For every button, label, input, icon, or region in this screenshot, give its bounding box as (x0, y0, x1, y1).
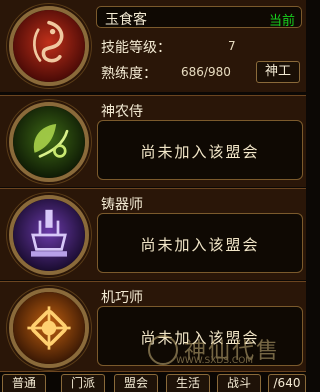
profession-panel-smith[interactable]: 铸器师 尚未加入该盟会 (0, 188, 306, 280)
dragon-emblem-icon (9, 6, 89, 86)
status-card: 尚未加入该盟会 (97, 213, 303, 273)
proficiency-value: 686/980 (181, 65, 231, 79)
status-text: 尚未加入该盟会 (140, 143, 260, 161)
profession-name: 神农侍 (101, 104, 143, 120)
tab-counter: /640 (268, 374, 306, 392)
rank-button[interactable]: 神工 (256, 61, 300, 83)
profession-name: 机巧师 (101, 290, 143, 306)
leaf-emblem-icon (9, 102, 89, 182)
profession-panel-herbalist[interactable]: 神农侍 尚未加入该盟会 (0, 95, 306, 187)
forge-emblem-icon (9, 195, 89, 275)
tab-sect[interactable]: 门派 (61, 374, 105, 392)
tab-combat[interactable]: 战斗 (217, 374, 261, 392)
profession-panel-cook[interactable]: 玉食客 当前 技能等级： 7 熟练度： 686/980 神工 (0, 0, 306, 92)
skill-level-value: 7 (228, 39, 236, 53)
status-card: 尚未加入该盟会 (97, 120, 303, 180)
profession-name-box: 玉食客 当前 (96, 6, 302, 29)
tab-guild[interactable]: 盟会 (114, 374, 158, 392)
status-text: 尚未加入该盟会 (140, 236, 260, 254)
gear-emblem-icon (9, 288, 89, 368)
profession-name: 铸器师 (101, 197, 143, 213)
watermark-url: WWW.SXDS.COM (176, 356, 254, 366)
profession-name: 玉食客 (105, 12, 147, 28)
watermark: 神仙代售 WWW.SXDS.COM (148, 333, 298, 369)
tab-normal[interactable]: 普通 (2, 374, 46, 392)
tab-life[interactable]: 生活 (166, 374, 210, 392)
proficiency-label: 熟练度： (101, 66, 157, 82)
bottom-tab-bar: 普通 门派 盟会 生活 战斗 /640 (0, 371, 306, 392)
skill-level-label: 技能等级： (101, 40, 171, 56)
current-status-label: 当前 (268, 14, 295, 29)
watermark-logo-icon (148, 335, 178, 365)
